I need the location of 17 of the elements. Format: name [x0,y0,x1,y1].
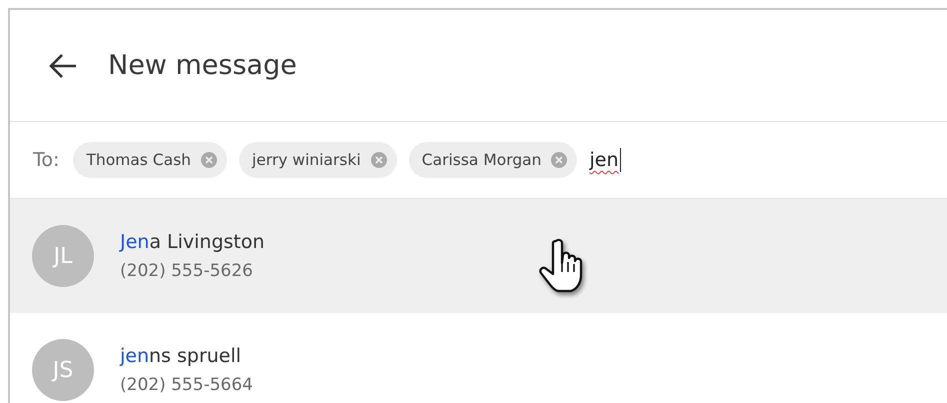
to-label: To: [33,149,60,171]
contact-suggestion[interactable]: JL Jena Livingston (202) 555-5626 [10,199,947,313]
contact-phone: (202) 555-5626 [120,261,254,281]
contact-name: Jena Livingston [120,231,265,253]
recipient-chip[interactable]: Thomas Cash [73,142,228,178]
contact-avatar: JS [32,339,94,401]
remove-icon[interactable] [370,152,387,168]
recipient-input[interactable]: jen [589,148,620,172]
remove-icon[interactable] [551,152,568,168]
contact-avatar: JL [32,225,94,287]
recipient-chip[interactable]: Carissa Morgan [408,142,578,178]
contact-phone: (202) 555-5664 [120,375,253,395]
recipient-chip[interactable]: jerry winiarski [239,142,397,178]
back-arrow-icon[interactable] [48,52,78,78]
page-title: New message [108,50,297,81]
remove-icon[interactable] [201,152,218,168]
contact-name: jenns spruell [120,345,242,367]
